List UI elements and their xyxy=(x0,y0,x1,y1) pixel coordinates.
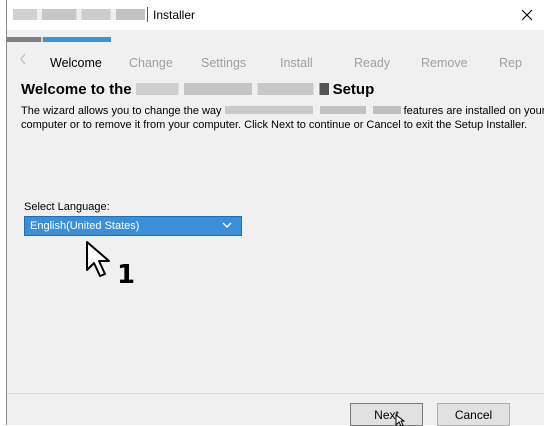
steps-scroll-left-button[interactable] xyxy=(19,52,27,71)
next-button[interactable]: Next xyxy=(350,403,423,426)
step-ready[interactable]: Ready xyxy=(354,56,390,70)
step-change[interactable]: Change xyxy=(129,56,173,70)
mouse-cursor-icon xyxy=(395,414,405,426)
page-title-prefix: Welcome to the xyxy=(21,81,132,98)
title-bar: Installer xyxy=(7,0,544,30)
page-title-suffix: Setup xyxy=(332,81,375,98)
pointer-cursor-icon xyxy=(86,241,110,277)
step-repair[interactable]: Rep xyxy=(499,56,522,70)
close-icon xyxy=(521,9,533,21)
description-part1: The wizard allows you to change the way xyxy=(21,105,222,117)
step-remove[interactable]: Remove xyxy=(421,56,468,70)
cancel-button[interactable]: Cancel xyxy=(437,403,510,426)
step-settings[interactable]: Settings xyxy=(201,56,246,70)
chevron-down-icon xyxy=(222,222,232,228)
language-label: Select Language: xyxy=(24,201,110,213)
callout-step-number: 1 xyxy=(117,260,136,290)
wizard-description: The wizard allows you to change the way f… xyxy=(21,104,544,132)
installer-window: Installer Welcome Change Settings Instal… xyxy=(6,0,544,426)
chevron-left-icon xyxy=(20,53,26,65)
close-button[interactable] xyxy=(510,0,544,30)
wizard-progress-fill xyxy=(7,37,42,42)
redacted-product-name xyxy=(135,83,329,95)
redacted-product-name xyxy=(224,106,401,114)
window-title: Installer xyxy=(153,8,196,22)
language-dropdown[interactable]: English(United States) xyxy=(24,216,242,236)
redacted-product-name xyxy=(13,9,145,20)
step-welcome[interactable]: Welcome xyxy=(50,56,102,70)
wizard-progress-accent xyxy=(43,37,111,42)
footer-divider xyxy=(7,393,544,394)
title-separator xyxy=(147,7,148,22)
cancel-button-label: Cancel xyxy=(454,407,493,422)
step-install[interactable]: Install xyxy=(280,56,313,70)
wizard-steps: Welcome Change Settings Install Ready Re… xyxy=(7,52,544,74)
language-selected-value: English(United States) xyxy=(30,220,140,232)
page-title: Welcome to the Setup xyxy=(21,81,374,98)
